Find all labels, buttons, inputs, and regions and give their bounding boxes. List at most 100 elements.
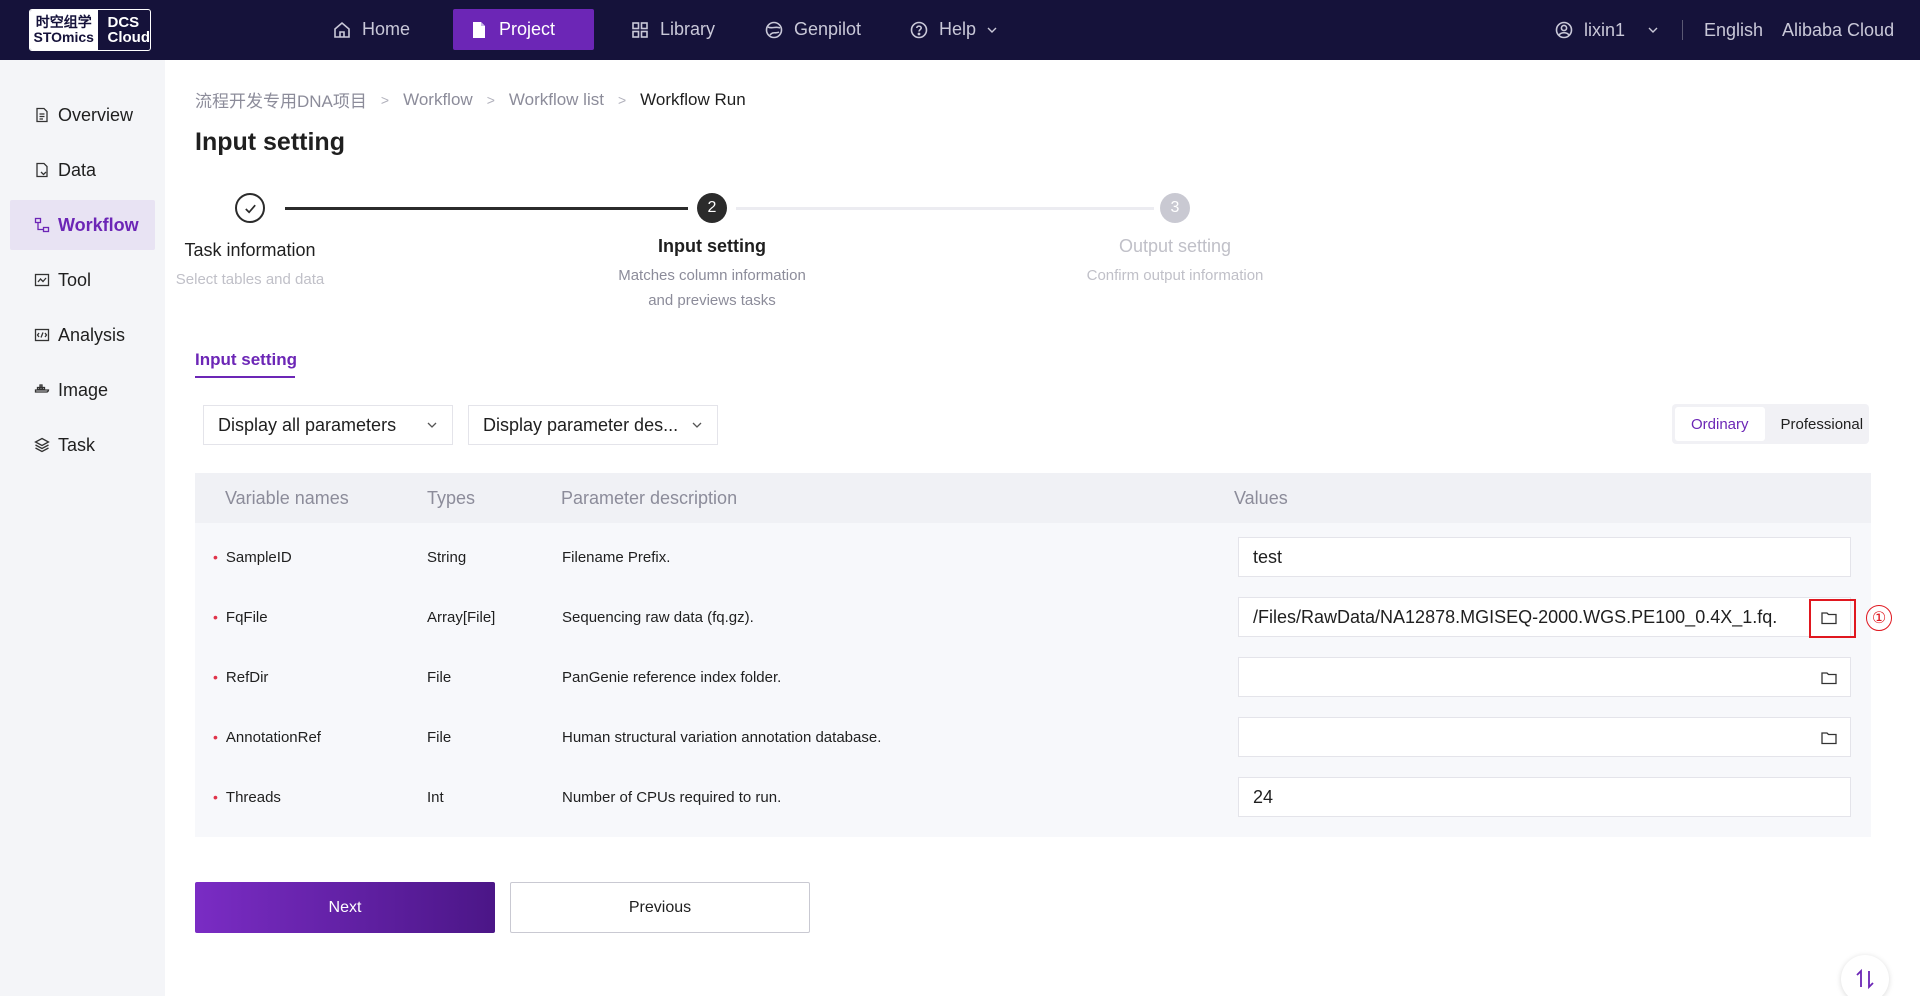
variable-name-cell: • SampleID <box>213 527 292 587</box>
task-icon <box>34 437 50 453</box>
grid-icon <box>632 21 648 38</box>
chevron-down-icon <box>987 27 997 33</box>
check-icon <box>244 204 256 213</box>
nav-help[interactable]: Help <box>893 9 1014 50</box>
refdir-value-input[interactable] <box>1238 657 1851 697</box>
sidebar-item-label: Data <box>58 159 97 180</box>
type-cell: Array[File] <box>427 608 496 626</box>
breadcrumb-workflow[interactable]: Workflow <box>403 90 473 110</box>
header-types: Types <box>427 487 476 508</box>
step-2-desc-line2: and previews tasks <box>648 292 776 309</box>
folder-icon <box>1821 732 1837 745</box>
table-row: • SampleID String Filename Prefix. test <box>195 527 1871 587</box>
sidebar-item-task[interactable]: Task <box>10 420 155 470</box>
threads-value-input[interactable]: 24 <box>1238 777 1851 817</box>
breadcrumb-project[interactable]: 流程开发专用DNA项目 <box>195 87 367 112</box>
breadcrumb: 流程开发专用DNA项目 > Workflow > Workflow list >… <box>195 87 746 112</box>
parameters-table: Variable names Types Parameter descripti… <box>195 473 1871 837</box>
variable-name: RefDir <box>225 668 269 686</box>
nav-help-label: Help <box>939 19 977 39</box>
user-icon <box>1555 21 1573 39</box>
variable-name-cell: • RefDir <box>213 647 268 707</box>
mode-ordinary[interactable]: Ordinary <box>1675 407 1765 441</box>
sidebar-item-overview[interactable]: Overview <box>10 90 155 140</box>
header-parameter-description: Parameter description <box>561 487 738 508</box>
type-cell: String <box>427 548 467 566</box>
cloud-switch[interactable]: Alibaba Cloud <box>1782 0 1894 60</box>
desc-display-select[interactable]: Display parameter des... <box>468 405 718 445</box>
description-cell: PanGenie reference index folder. <box>562 668 782 686</box>
nav-home[interactable]: Home <box>316 9 426 50</box>
variable-name-cell: • FqFile <box>213 587 268 647</box>
table-row: • RefDir File PanGenie reference index fo… <box>195 647 1871 707</box>
desc-display-value: Display parameter des... <box>483 414 679 435</box>
language-label: English <box>1704 19 1764 40</box>
step-3-desc: Confirm output information <box>1086 267 1264 284</box>
nav-library-label: Library <box>660 19 716 39</box>
breadcrumb-separator: > <box>380 91 390 108</box>
breadcrumb-current: Workflow Run <box>640 89 746 109</box>
previous-button[interactable]: Previous <box>510 882 810 933</box>
annotationref-value-input[interactable] <box>1238 717 1851 757</box>
required-marker: • <box>213 789 218 805</box>
refdir-browse-button[interactable] <box>1816 665 1842 691</box>
scroll-toggle-button[interactable] <box>1841 955 1889 996</box>
step-2-title: Input setting <box>658 236 766 256</box>
sidebar-item-analysis[interactable]: Analysis <box>10 310 155 360</box>
sidebar-item-data[interactable]: Data <box>10 145 155 195</box>
annotation-marker: ① <box>1866 605 1892 631</box>
sidebar-item-image[interactable]: Image <box>10 365 155 415</box>
nav-genpilot-label: Genpilot <box>794 19 862 39</box>
header-variable-names: Variable names <box>225 487 349 508</box>
description-cell: Filename Prefix. <box>562 548 671 566</box>
description-cell: Sequencing raw data (fq.gz). <box>562 608 754 626</box>
step-2-marker: 2 <box>697 193 727 223</box>
logo-cloud-text: Cloud <box>107 29 151 46</box>
sidebar-item-label: Analysis <box>58 324 126 345</box>
sampleid-value-input[interactable]: test <box>1238 537 1851 577</box>
logo-badge: 时空组学 STOmics <box>30 10 98 50</box>
chevron-down-icon <box>1648 27 1658 33</box>
variable-name: SampleID <box>225 548 292 566</box>
analysis-icon <box>34 328 50 342</box>
home-icon <box>334 21 350 38</box>
image-icon <box>34 384 50 393</box>
type-cell: Int <box>427 788 444 806</box>
topbar-divider <box>1682 20 1683 40</box>
logo-dcs-text: DCS <box>107 14 140 31</box>
logo-stomics-text: STOmics <box>33 29 94 45</box>
breadcrumb-workflow-list[interactable]: Workflow list <box>509 90 604 110</box>
nav-project[interactable]: Project <box>453 9 594 50</box>
table-row: • AnnotationRef File Human structural var… <box>195 707 1871 767</box>
next-button[interactable]: Next <box>195 882 495 933</box>
param-display-value: Display all parameters <box>218 414 397 435</box>
nav-library[interactable]: Library <box>614 9 731 50</box>
tab-input-setting[interactable]: Input setting <box>195 350 297 370</box>
dcs-cloud-logo[interactable]: 时空组学 STOmics DCS Cloud <box>29 9 151 51</box>
nav-genpilot[interactable]: Genpilot <box>748 9 877 50</box>
mode-professional[interactable]: Professional <box>1765 407 1880 441</box>
swap-vertical-icon <box>1856 968 1874 990</box>
user-menu[interactable]: lixin1 <box>1554 0 1659 60</box>
variable-name-cell: • AnnotationRef <box>213 707 321 767</box>
sidebar: Overview Data Workflow Tool Analysis Ima… <box>0 60 165 996</box>
document-icon <box>36 107 48 123</box>
help-icon <box>910 21 928 38</box>
step-1-desc: Select tables and data <box>175 271 325 288</box>
step-1-done <box>235 193 265 223</box>
required-marker: • <box>213 549 218 565</box>
table-header: Variable names Types Parameter descripti… <box>195 473 1871 523</box>
tool-icon <box>34 273 50 287</box>
file-icon <box>473 21 485 38</box>
annotationref-browse-button[interactable] <box>1816 725 1842 751</box>
input-value: test <box>1253 546 1283 567</box>
description-cell: Human structural variation annotation da… <box>562 728 882 746</box>
sidebar-item-label: Image <box>58 379 109 400</box>
fqfile-value-input[interactable]: /Files/RawData/NA12878.MGISEQ-2000.WGS.P… <box>1238 597 1851 637</box>
cloud-label: Alibaba Cloud <box>1782 19 1895 40</box>
required-marker: • <box>213 729 218 745</box>
variable-name: FqFile <box>225 608 268 626</box>
language-switch[interactable]: English <box>1704 0 1763 60</box>
param-display-select[interactable]: Display all parameters <box>203 405 453 445</box>
step-3-marker: 3 <box>1160 193 1190 223</box>
